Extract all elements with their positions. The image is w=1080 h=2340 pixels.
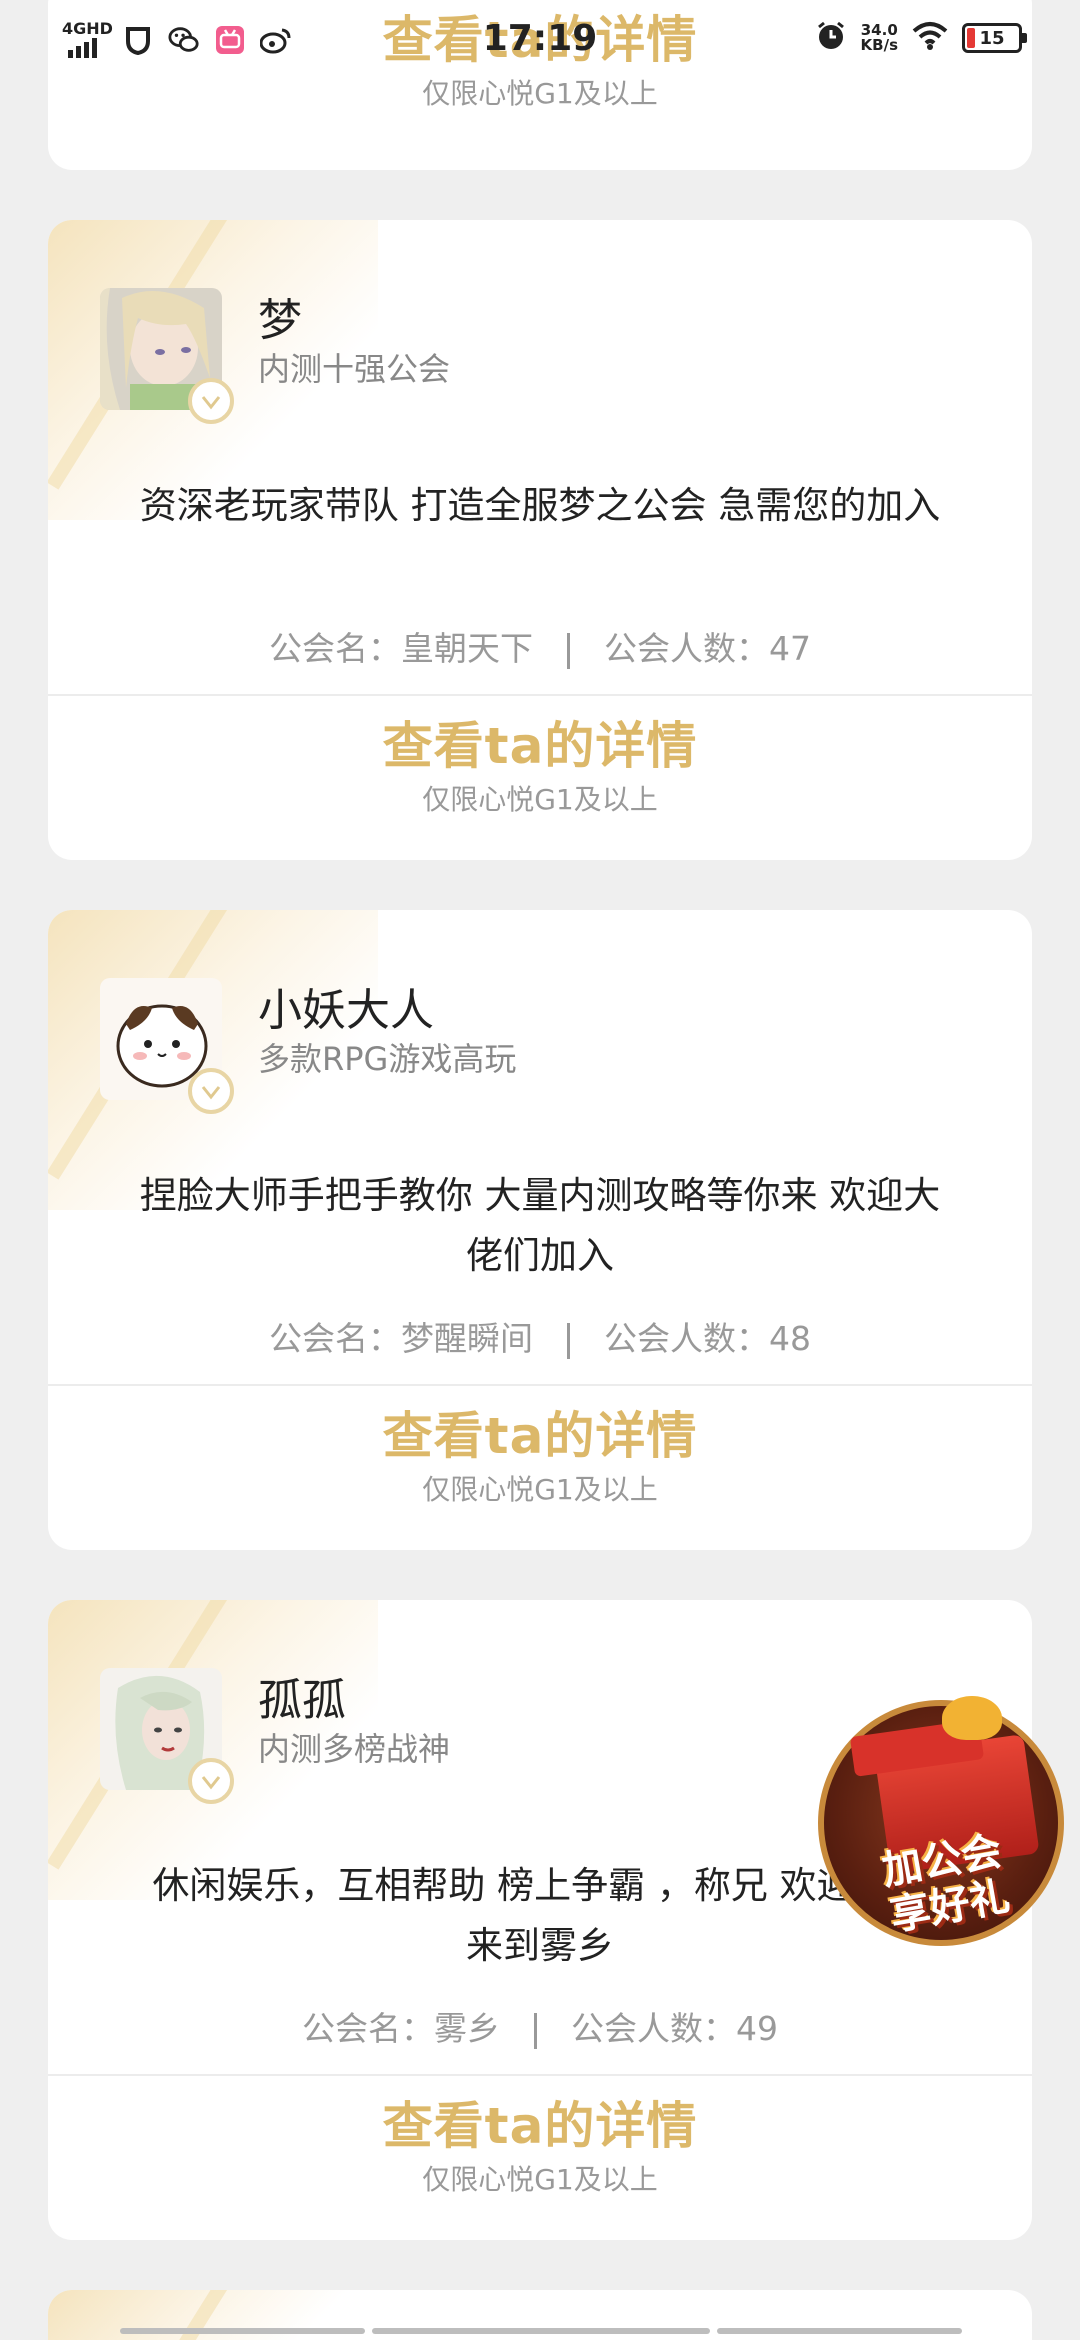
restriction-note: 仅限心悦G1及以上 (422, 1473, 658, 1506)
guild-name: 公会名：雾乡 (302, 2009, 500, 2048)
status-right: 34.0 KB/s 15 (815, 20, 1027, 56)
shield-app-icon (122, 24, 154, 56)
guild-member-count: 公会人数：47 (604, 629, 811, 668)
meta-separator (567, 632, 570, 669)
card-divider (48, 694, 1032, 696)
verified-badge-icon (188, 378, 234, 424)
meta-separator (567, 1322, 570, 1359)
view-details-label: 查看ta的详情 (382, 717, 698, 775)
view-details-label: 查看ta的详情 (382, 1407, 698, 1465)
restriction-note: 仅限心悦G1及以上 (422, 77, 658, 110)
leader-name: 孤孤 (258, 1675, 346, 1726)
guild-card: 梦 内测十强公会 资深老玩家带队 打造全服梦之公会 急需您的加入 公会名：皇朝天… (48, 220, 1032, 860)
meta-separator (534, 2012, 537, 2049)
card-divider (48, 1384, 1032, 1386)
guild-meta: 公会名：雾乡 公会人数：49 (48, 2002, 1032, 2050)
alarm-icon (815, 20, 847, 56)
guild-description: 资深老玩家带队 打造全服梦之公会 急需您的加入 (139, 484, 941, 527)
leader-profile[interactable]: 梦 内测十强公会 (100, 288, 451, 424)
join-guild-gift-button[interactable]: 加公会 享好礼 (812, 1688, 1072, 1948)
guild-name: 公会名：皇朝天下 (269, 629, 533, 668)
leader-name: 梦 (258, 295, 302, 346)
wechat-icon (168, 24, 200, 56)
battery-level: 15 (979, 27, 1005, 49)
leader-title: 内测十强公会 (258, 350, 451, 388)
leader-title: 内测多榜战神 (258, 1730, 451, 1768)
view-details-button[interactable]: 查看ta的详情 仅限心悦G1及以上 (48, 2094, 1032, 2200)
wifi-icon (912, 21, 948, 55)
view-details-button[interactable]: 查看ta的详情 仅限心悦G1及以上 (48, 714, 1032, 820)
view-details-button[interactable]: 查看ta的详情 仅限心悦G1及以上 (48, 1404, 1032, 1510)
guild-member-count: 公会人数：49 (571, 2009, 778, 2048)
clock: 17:19 (482, 18, 598, 59)
guild-name: 公会名：梦醒瞬间 (269, 1319, 533, 1358)
guild-description: 捏脸大师手把手教你 大量内测攻略等你来 欢迎大佬们加入 (139, 1174, 941, 1277)
guild-meta: 公会名：皇朝天下 公会人数：47 (48, 622, 1032, 670)
scroll-indicator-segment (372, 2328, 710, 2334)
bilibili-app-icon (214, 24, 246, 56)
status-left: 4GHD (62, 20, 292, 60)
restriction-note: 仅限心悦G1及以上 (422, 2163, 658, 2196)
network-speed: 34.0 KB/s (860, 21, 898, 54)
card-divider (48, 2074, 1032, 2076)
weibo-icon (260, 24, 292, 56)
network-type: 4GHD (62, 19, 113, 38)
verified-badge-icon (188, 1758, 234, 1804)
restriction-note: 仅限心悦G1及以上 (422, 783, 658, 816)
verified-badge-icon (188, 1068, 234, 1114)
leader-profile[interactable]: 小妖大人 多款RPG游戏高玩 (100, 978, 517, 1114)
guild-member-count: 公会人数：48 (604, 1319, 811, 1358)
leader-name: 小妖大人 (258, 985, 434, 1036)
leader-profile[interactable]: 孤孤 内测多榜战神 (100, 1668, 451, 1804)
battery-icon: 15 (962, 23, 1027, 53)
gift-bow-icon (942, 1696, 1002, 1740)
scroll-indicator-segment (120, 2328, 365, 2334)
cellular-signal-icon: 4GHD (62, 20, 113, 60)
status-bar: 4GHD 17:19 34.0 KB/s 15 (0, 0, 1080, 80)
guild-card: 小妖大人 多款RPG游戏高玩 捏脸大师手把手教你 大量内测攻略等你来 欢迎大佬们… (48, 910, 1032, 1550)
view-details-label: 查看ta的详情 (382, 2097, 698, 2155)
leader-title: 多款RPG游戏高玩 (258, 1040, 517, 1078)
guild-meta: 公会名：梦醒瞬间 公会人数：48 (48, 1312, 1032, 1360)
scroll-indicator-segment (717, 2328, 962, 2334)
